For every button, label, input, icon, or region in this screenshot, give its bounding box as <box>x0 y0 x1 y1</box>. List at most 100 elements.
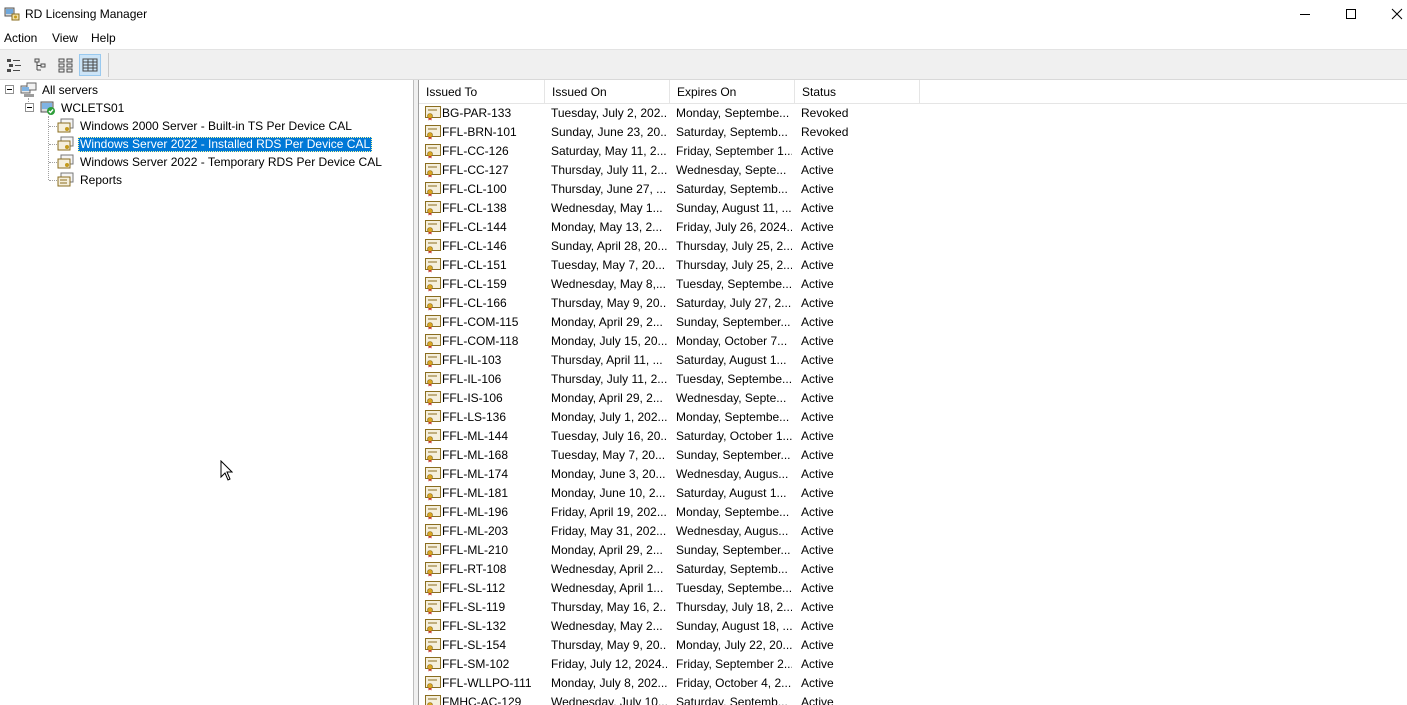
license-icon <box>425 600 441 615</box>
menu-action[interactable]: Action <box>4 31 37 45</box>
table-row[interactable]: FFL-IL-106 Thursday, July 11, 2... Tuesday… <box>419 370 919 389</box>
cell-issued-on: Monday, April 29, 2... <box>551 315 663 329</box>
table-row[interactable]: FFL-ML-168 Tuesday, May 7, 20... Sunday, S… <box>419 446 919 465</box>
table-row[interactable]: FFL-SL-154 Thursday, May 9, 20... Monday, … <box>419 636 919 655</box>
table-row[interactable]: BG-PAR-133 Tuesday, July 2, 202... Monday,… <box>419 104 919 123</box>
license-icon <box>425 277 441 292</box>
maximize-button[interactable] <box>1328 0 1374 28</box>
table-row[interactable]: FFL-CC-126 Saturday, May 11, 2... Friday, … <box>419 142 919 161</box>
cell-issued-on: Monday, July 1, 202... <box>551 410 667 424</box>
license-pack-icon <box>57 154 74 169</box>
table-row[interactable]: FFL-SL-112 Wednesday, April 1... Tuesday, … <box>419 579 919 598</box>
table-row[interactable]: FFL-COM-118 Monday, July 15, 20... Monday,… <box>419 332 919 351</box>
column-issued-to[interactable]: Issued To <box>419 80 545 103</box>
table-row[interactable]: FFL-SL-132 Wednesday, May 2... Sunday, Aug… <box>419 617 919 636</box>
table-row[interactable]: FFL-CL-100 Thursday, June 27, ... Saturday… <box>419 180 919 199</box>
cell-expires-on: Saturday, July 27, 2... <box>676 296 792 310</box>
table-row[interactable]: FFL-ML-174 Monday, June 3, 20... Wednesday… <box>419 465 919 484</box>
column-label: Issued On <box>552 84 607 99</box>
tree-node-all-servers[interactable]: All servers <box>20 81 100 99</box>
list-view-3-button[interactable] <box>55 54 77 76</box>
cell-issued-to: FFL-SL-119 <box>442 600 506 614</box>
menu-view[interactable]: View <box>52 31 78 45</box>
table-row[interactable]: FFL-COM-115 Monday, April 29, 2... Sunday,… <box>419 313 919 332</box>
table-row[interactable]: FFL-CL-138 Wednesday, May 1... Sunday, Aug… <box>419 199 919 218</box>
column-label: Status <box>802 84 837 99</box>
cell-issued-to: FFL-ML-196 <box>442 505 509 519</box>
table-row[interactable]: FFL-LS-136 Monday, July 1, 202... Monday, … <box>419 408 919 427</box>
list-view-2-button[interactable] <box>29 54 51 76</box>
table-row[interactable]: FFL-IS-106 Monday, April 29, 2... Wednesda… <box>419 389 919 408</box>
table-row[interactable]: FFL-ML-196 Friday, April 19, 202... Monday… <box>419 503 919 522</box>
details-view-button[interactable] <box>79 54 101 76</box>
collapse-toggle-server[interactable] <box>25 103 34 112</box>
table-row[interactable]: FFL-SM-102 Friday, July 12, 2024... Friday… <box>419 655 919 674</box>
table-row[interactable]: FFL-ML-144 Tuesday, July 16, 20... Saturda… <box>419 427 919 446</box>
cell-issued-to: FFL-IL-106 <box>442 372 502 386</box>
cell-issued-on: Tuesday, July 2, 202... <box>551 106 667 120</box>
tree-node-license-pack-1[interactable]: Windows 2000 Server - Built-in TS Per De… <box>57 117 354 135</box>
cell-status: Active <box>801 581 834 595</box>
tree-node-server[interactable]: WCLETS01 <box>39 99 126 117</box>
collapse-toggle-root[interactable] <box>5 85 14 94</box>
cell-issued-to: FFL-ML-181 <box>442 486 509 500</box>
list-view-1-button[interactable] <box>3 54 25 76</box>
license-icon <box>425 258 441 273</box>
table-row[interactable]: FMHC-AC-129 Wednesday, July 10... Saturday… <box>419 693 919 705</box>
table-row[interactable]: FFL-CC-127 Thursday, July 11, 2... Wednesd… <box>419 161 919 180</box>
table-row[interactable]: FFL-RT-108 Wednesday, April 2... Saturday,… <box>419 560 919 579</box>
license-icon <box>425 695 441 705</box>
table-row[interactable]: FFL-ML-210 Monday, April 29, 2... Sunday, … <box>419 541 919 560</box>
cell-issued-on: Thursday, July 11, 2... <box>551 372 667 386</box>
cell-expires-on: Sunday, September... <box>676 315 791 329</box>
table-row[interactable]: FFL-ML-203 Friday, May 31, 202... Wednesda… <box>419 522 919 541</box>
column-expires-on[interactable]: Expires On <box>670 80 795 103</box>
tree-pane: All servers WCLETS01 Windows 2000 Server… <box>0 80 414 705</box>
cell-issued-on: Monday, July 8, 202... <box>551 676 667 690</box>
column-issued-on[interactable]: Issued On <box>545 80 670 103</box>
table-row[interactable]: FFL-WLLPO-111 Monday, July 8, 202... Frida… <box>419 674 919 693</box>
list-view-2-icon <box>34 58 46 71</box>
cell-issued-to: FFL-ML-203 <box>442 524 509 538</box>
table-row[interactable]: FFL-CL-146 Sunday, April 28, 20... Thursda… <box>419 237 919 256</box>
cell-issued-to: FFL-IS-106 <box>442 391 503 405</box>
close-button[interactable] <box>1374 0 1407 28</box>
column-status[interactable]: Status <box>795 80 920 103</box>
cell-expires-on: Sunday, August 11, ... <box>676 201 792 215</box>
cell-expires-on: Saturday, Septemb... <box>676 695 788 705</box>
tree-node-license-pack-3[interactable]: Windows Server 2022 - Temporary RDS Per … <box>57 153 384 171</box>
cell-expires-on: Monday, July 22, 20... <box>676 638 792 652</box>
table-row[interactable]: FFL-ML-181 Monday, June 10, 2... Saturday,… <box>419 484 919 503</box>
cell-issued-on: Wednesday, May 2... <box>551 619 663 633</box>
cell-issued-on: Thursday, May 9, 20... <box>551 638 667 652</box>
cell-issued-on: Monday, May 13, 2... <box>551 220 663 234</box>
table-row[interactable]: FFL-BRN-101 Sunday, June 23, 20... Saturda… <box>419 123 919 142</box>
cell-expires-on: Wednesday, Septe... <box>676 163 787 177</box>
cell-expires-on: Monday, October 7... <box>676 334 788 348</box>
cell-issued-to: FFL-COM-115 <box>442 315 519 329</box>
cell-issued-on: Monday, July 15, 20... <box>551 334 667 348</box>
table-row[interactable]: FFL-CL-159 Wednesday, May 8,... Tuesday, S… <box>419 275 919 294</box>
cell-status: Active <box>801 619 834 633</box>
list-rows: BG-PAR-133 Tuesday, July 2, 202... Monday,… <box>419 104 919 705</box>
tree-node-license-pack-2[interactable]: Windows Server 2022 - Installed RDS Per … <box>57 135 373 153</box>
cell-expires-on: Saturday, October 1... <box>676 429 792 443</box>
table-row[interactable]: FFL-CL-144 Monday, May 13, 2... Friday, Ju… <box>419 218 919 237</box>
tree-node-reports[interactable]: Reports <box>57 171 124 189</box>
minimize-button[interactable] <box>1282 0 1328 28</box>
cell-status: Active <box>801 258 834 272</box>
cell-expires-on: Wednesday, Augus... <box>676 524 789 538</box>
tree-label-license-pack-3: Windows Server 2022 - Temporary RDS Per … <box>80 154 382 169</box>
menu-bar: Action View Help <box>0 28 1407 48</box>
menu-help[interactable]: Help <box>91 31 116 45</box>
table-row[interactable]: FFL-CL-166 Thursday, May 9, 20... Saturday… <box>419 294 919 313</box>
cell-issued-on: Saturday, May 11, 2... <box>551 144 667 158</box>
license-pack-icon <box>57 136 74 151</box>
license-icon <box>425 391 441 406</box>
license-list-pane: Issued To Issued On Expires On Status BG… <box>418 80 1407 705</box>
cell-issued-to: FFL-CL-138 <box>442 201 507 215</box>
table-row[interactable]: FFL-IL-103 Thursday, April 11, ... Saturda… <box>419 351 919 370</box>
cell-status: Active <box>801 657 834 671</box>
table-row[interactable]: FFL-SL-119 Thursday, May 16, 2... Thursday… <box>419 598 919 617</box>
table-row[interactable]: FFL-CL-151 Tuesday, May 7, 20... Thursday,… <box>419 256 919 275</box>
